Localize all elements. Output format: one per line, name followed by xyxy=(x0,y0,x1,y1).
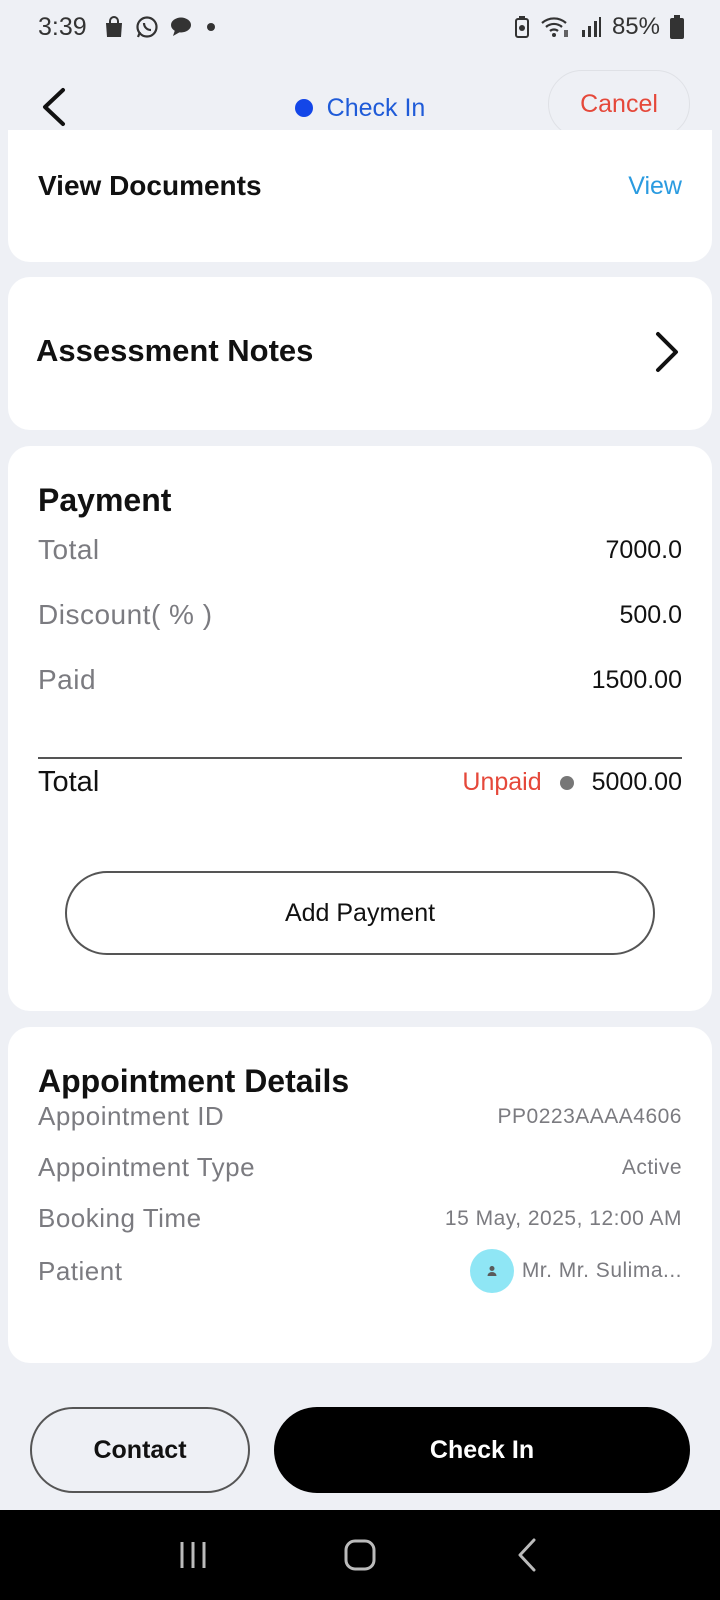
payment-row-label: Discount( % ) xyxy=(38,599,213,630)
contact-button[interactable]: Contact xyxy=(30,1407,250,1493)
payment-balance: 5000.00 xyxy=(591,768,682,796)
payment-status-badge: Unpaid xyxy=(462,768,542,796)
system-nav-bar xyxy=(0,1510,720,1600)
person-icon xyxy=(487,1266,497,1276)
recents-icon xyxy=(180,1542,206,1568)
avatar xyxy=(469,1249,514,1293)
payment-row: Paid 1500.00 xyxy=(38,664,682,696)
payment-row: Total 7000.0 xyxy=(38,534,682,566)
appointment-row: Booking Time 15 May, 2025, 12:00 AM xyxy=(38,1203,682,1234)
status-bar-left: 3:39 xyxy=(38,13,219,42)
payment-title: Payment xyxy=(38,482,172,518)
payment-total-label: Total xyxy=(38,766,100,798)
status-time: 3:39 xyxy=(38,12,87,41)
status-bar: 3:39 85% xyxy=(0,0,720,54)
payment-row-value: 500.0 xyxy=(619,600,682,629)
appointment-row-label: Appointment Type xyxy=(38,1152,256,1182)
separator-dot-icon xyxy=(559,775,574,790)
assessment-notes-card[interactable]: Assessment Notes xyxy=(8,277,712,430)
appointment-row-label: Booking Time xyxy=(38,1203,202,1233)
payment-row-value: 1500.00 xyxy=(591,665,682,694)
whatsapp-icon xyxy=(135,15,159,39)
battery-saver-icon xyxy=(514,16,530,38)
payment-total-right: Unpaid 5000.00 xyxy=(462,768,682,797)
back-arrow-icon xyxy=(43,88,65,126)
payment-row-label: Total xyxy=(38,534,100,565)
nav-back-button[interactable] xyxy=(487,1525,567,1585)
add-payment-button[interactable]: Add Payment xyxy=(65,871,655,955)
appointment-details-title: Appointment Details xyxy=(38,1063,350,1099)
payment-row-value: 7000.0 xyxy=(605,535,682,564)
assessment-notes-title: Assessment Notes xyxy=(36,333,314,368)
signal-icon xyxy=(580,16,602,38)
patient-chip[interactable]: Mr. Mr. Sulima... xyxy=(469,1249,682,1293)
appointment-patient-label: Patient xyxy=(38,1255,123,1286)
appointment-row-value: PP0223AAAA4606 xyxy=(497,1104,682,1128)
home-icon xyxy=(344,1539,376,1571)
notification-dot-icon xyxy=(203,19,219,35)
battery-percentage: 85% xyxy=(611,13,660,40)
back-button[interactable] xyxy=(34,82,74,132)
wifi-icon xyxy=(540,16,570,38)
status-bar-right: 85% xyxy=(514,13,684,41)
appointment-row-value: 15 May, 2025, 12:00 AM xyxy=(444,1206,682,1230)
appointment-details-card: Appointment Details Appointment ID PP022… xyxy=(8,1027,712,1363)
home-button[interactable] xyxy=(320,1525,400,1585)
payment-row: Discount( % ) 500.0 xyxy=(38,599,682,631)
recents-button[interactable] xyxy=(153,1525,233,1585)
patient-name: Mr. Mr. Sulima... xyxy=(521,1259,682,1282)
view-documents-link[interactable]: View xyxy=(628,172,682,201)
payment-row-label: Paid xyxy=(38,664,97,695)
shopping-bag-icon xyxy=(103,15,125,39)
chevron-right-icon xyxy=(656,332,678,372)
appointment-row: Appointment Type Active xyxy=(38,1152,682,1183)
documents-title: View Documents xyxy=(38,170,262,201)
appointment-row-value: Active xyxy=(621,1155,682,1179)
payment-card: Payment Total 7000.0 Discount( % ) 500.0… xyxy=(8,446,712,1011)
status-dot-icon xyxy=(294,99,313,117)
documents-card: View Documents View xyxy=(8,130,712,262)
cancel-button[interactable]: Cancel xyxy=(548,70,690,138)
appointment-patient-row: Patient Mr. Mr. Sulima... xyxy=(38,1249,682,1293)
header-status-label: Check In xyxy=(326,93,426,122)
nav-back-icon xyxy=(518,1538,536,1572)
appointment-row-label: Appointment ID xyxy=(38,1101,225,1131)
appointment-row: Appointment ID PP0223AAAA4606 xyxy=(38,1101,682,1132)
check-in-button[interactable]: Check In xyxy=(274,1407,690,1493)
battery-icon xyxy=(670,15,684,39)
payment-divider xyxy=(38,757,682,759)
chat-icon xyxy=(169,16,193,38)
payment-total-row: Total Unpaid 5000.00 xyxy=(38,766,682,799)
